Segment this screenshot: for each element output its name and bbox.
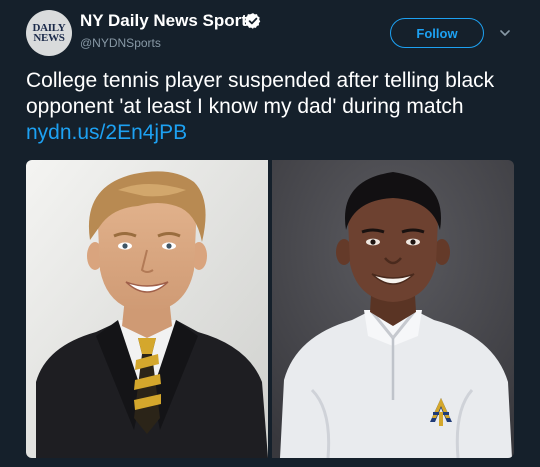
verified-badge-icon <box>244 13 261 29</box>
chevron-down-icon[interactable] <box>498 26 512 40</box>
tweet-card: DAILY NEWS NY Daily News Sports @NYDNSpo… <box>0 0 540 467</box>
tweet-body: College tennis player suspended after te… <box>26 69 495 118</box>
tweet-text: College tennis player suspended after te… <box>26 68 526 146</box>
photo-right[interactable] <box>272 160 514 458</box>
avatar-logo-line2: NEWS <box>33 32 65 44</box>
photo-left[interactable] <box>26 160 268 458</box>
follow-button[interactable]: Follow <box>390 18 484 48</box>
tweet-media[interactable] <box>26 160 514 458</box>
avatar[interactable]: DAILY NEWS <box>26 10 72 56</box>
account-display-name[interactable]: NY Daily News Sports <box>80 11 256 31</box>
account-handle[interactable]: @NYDNSports <box>80 36 161 50</box>
tweet-link[interactable]: nydn.us/2En4jPB <box>26 121 187 144</box>
